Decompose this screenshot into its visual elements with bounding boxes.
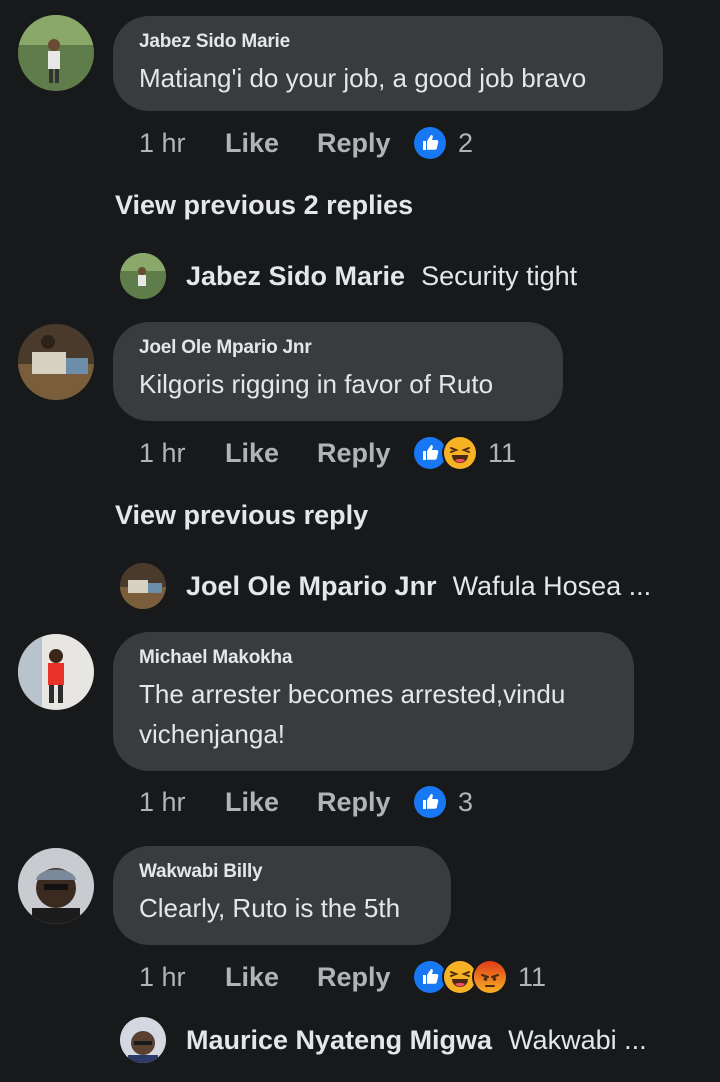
comment-author[interactable]: Wakwabi Billy (139, 860, 425, 884)
comment-text-line: The arrester becomes arrested,vindu (139, 679, 566, 709)
haha-icon (442, 435, 478, 471)
reply-text: Wafula Hosea ... (452, 570, 652, 601)
comment-author[interactable]: Joel Ole Mpario Jnr (139, 336, 537, 360)
avatar[interactable] (18, 848, 94, 924)
reactions-summary[interactable]: 2 (412, 125, 473, 161)
reply-button[interactable]: Reply (317, 787, 412, 818)
comment-text-line: vichenjanga! (139, 719, 285, 749)
reply-author[interactable]: Jabez Sido Marie (186, 261, 405, 292)
comment-time[interactable]: 1 hr (139, 438, 225, 469)
comment-text: Clearly, Ruto is the 5th (139, 893, 401, 923)
reply-preview[interactable]: Joel Ole Mpario Jnr Wafula Hosea ... (120, 562, 710, 610)
reply-button[interactable]: Reply (317, 962, 412, 993)
angry-icon (472, 959, 508, 995)
comment-text: The arrester becomes arrested,vindu vich… (139, 674, 608, 754)
comment-actions: 1 hr Like Reply 3 (139, 782, 473, 822)
like-icon (412, 125, 448, 161)
comment-time[interactable]: 1 hr (139, 128, 225, 159)
comment-actions: 1 hr Like Reply 11 (139, 957, 546, 997)
comment-time[interactable]: 1 hr (139, 787, 225, 818)
comment-actions: 1 hr Like Reply 2 (139, 123, 473, 163)
like-button[interactable]: Like (225, 787, 317, 818)
reactions-summary[interactable]: 11 (412, 435, 516, 471)
reaction-count: 11 (488, 437, 517, 468)
comment-bubble[interactable]: Jabez Sido Marie Matiang'i do your job, … (113, 16, 663, 111)
avatar[interactable] (18, 15, 94, 91)
reply-button[interactable]: Reply (317, 438, 412, 469)
view-previous-replies[interactable]: View previous reply (115, 500, 368, 531)
comment-text: Matiang'i do your job, a good job bravo (139, 63, 587, 93)
like-button[interactable]: Like (225, 438, 317, 469)
like-button[interactable]: Like (225, 962, 317, 993)
reaction-count: 2 (458, 127, 474, 158)
comment-author[interactable]: Michael Makokha (139, 646, 608, 670)
avatar[interactable] (120, 563, 166, 609)
like-icon (412, 784, 448, 820)
view-previous-replies[interactable]: View previous 2 replies (115, 190, 413, 221)
comments-thread: Jabez Sido Marie Matiang'i do your job, … (0, 0, 720, 1082)
reply-text: Wakwabi ... (508, 1024, 647, 1055)
reply-preview[interactable]: Jabez Sido Marie Security tight (120, 252, 710, 300)
reply-text: Security tight (421, 260, 578, 291)
comment-time[interactable]: 1 hr (139, 962, 225, 993)
reaction-count: 11 (518, 961, 547, 992)
reply-author[interactable]: Joel Ole Mpario Jnr (186, 571, 437, 602)
reply-preview[interactable]: Maurice Nyateng Migwa Wakwabi ... (120, 1016, 710, 1064)
reaction-count: 3 (458, 786, 474, 817)
comment-bubble[interactable]: Michael Makokha The arrester becomes arr… (113, 632, 634, 771)
comment-bubble[interactable]: Wakwabi Billy Clearly, Ruto is the 5th (113, 846, 451, 945)
comment-bubble[interactable]: Joel Ole Mpario Jnr Kilgoris rigging in … (113, 322, 563, 421)
avatar[interactable] (120, 253, 166, 299)
reactions-summary[interactable]: 3 (412, 784, 473, 820)
reactions-summary[interactable]: 11 (412, 959, 546, 995)
avatar[interactable] (120, 1017, 166, 1063)
comment-author[interactable]: Jabez Sido Marie (139, 30, 637, 54)
comment-text: Kilgoris rigging in favor of Ruto (139, 369, 494, 399)
avatar[interactable] (18, 324, 94, 400)
avatar[interactable] (18, 634, 94, 710)
comment-actions: 1 hr Like Reply 11 (139, 433, 516, 473)
like-button[interactable]: Like (225, 128, 317, 159)
reply-button[interactable]: Reply (317, 128, 412, 159)
reply-author[interactable]: Maurice Nyateng Migwa (186, 1025, 492, 1056)
